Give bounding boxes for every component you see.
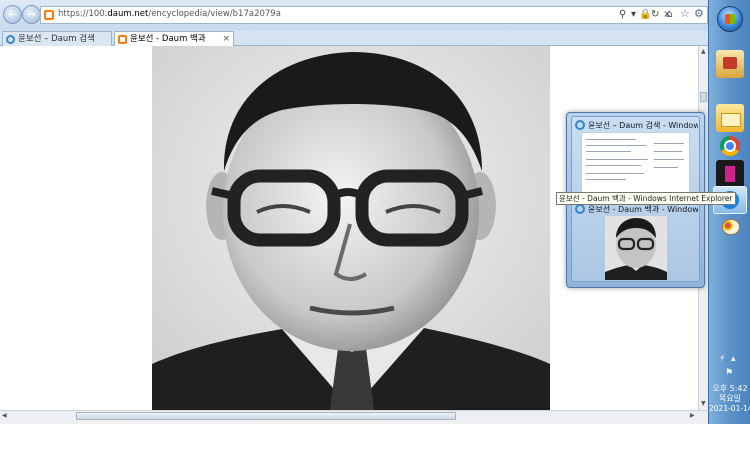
url-prefix: https://100. xyxy=(58,9,108,19)
url-path: /encyclopedia/view/b17a2079a xyxy=(148,9,281,19)
clock-date[interactable]: 2021-01-14 xyxy=(709,404,750,414)
portrait-photo xyxy=(152,46,550,410)
dropdown-icon[interactable]: ▾ xyxy=(631,9,636,21)
horizontal-scroll-thumb[interactable] xyxy=(76,412,456,420)
tab-label: 윤보선 - Daum 백과 xyxy=(130,34,206,44)
clock-time[interactable]: 오후 5:42 xyxy=(709,384,750,394)
tab-daum-encyclopedia[interactable]: 윤보선 - Daum 백과 × xyxy=(114,31,234,46)
taskbar-app-icon-2[interactable] xyxy=(716,160,744,188)
daum-site-icon xyxy=(44,10,54,20)
daum-icon xyxy=(118,35,127,44)
action-center-flag-icon[interactable]: ⚑ xyxy=(725,368,733,378)
url-domain: daum.net xyxy=(107,9,149,19)
home-icon[interactable]: ⌂ xyxy=(666,8,673,20)
scroll-down-icon[interactable]: ▼ xyxy=(701,400,706,407)
scroll-up-icon[interactable]: ▲ xyxy=(701,48,706,55)
tab-label: 윤보선 – Daum 검색 xyxy=(18,34,95,44)
back-button[interactable]: ← xyxy=(3,5,22,24)
vertical-scroll-thumb[interactable] xyxy=(700,92,707,102)
thumbnail-title: 윤보선 – Daum 검색 - Window... xyxy=(588,121,698,130)
tray-arrow-icon[interactable]: ▴ xyxy=(731,354,736,364)
thumbnail-preview xyxy=(581,132,690,194)
paint-icon[interactable] xyxy=(716,214,744,242)
url-text[interactable]: https://100.daum.net/encyclopedia/view/b… xyxy=(58,9,281,19)
close-tab-icon[interactable]: × xyxy=(222,32,230,46)
taskbar: ⚡ ▴ ⚑ 오후 5:42 목요일 2021-01-14 xyxy=(708,0,750,424)
horizontal-scrollbar[interactable]: ◀ ▶ xyxy=(0,410,708,420)
address-bar[interactable]: https://100.daum.net/encyclopedia/view/b… xyxy=(40,6,708,24)
tooltip: 윤보선 - Daum 백과 - Windows Internet Explore… xyxy=(556,192,736,205)
navigation-bar: ← → https://100.daum.net/encyclopedia/vi… xyxy=(0,0,708,30)
tab-daum-search[interactable]: 윤보선 – Daum 검색 xyxy=(2,31,112,46)
thumbnail-daum-encyclopedia[interactable]: 윤보선 - Daum 백과 - Window... xyxy=(571,200,700,282)
forward-button[interactable]: → xyxy=(22,5,41,24)
ie-icon xyxy=(575,204,585,214)
tab-strip: 윤보선 – Daum 검색 윤보선 - Daum 백과 × xyxy=(0,30,708,46)
chrome-icon[interactable] xyxy=(716,132,744,160)
ie-icon xyxy=(6,35,15,44)
network-icon[interactable]: ⚡ xyxy=(719,354,725,364)
lock-icon[interactable]: 🔒 xyxy=(639,9,651,21)
empty-area xyxy=(0,424,750,472)
clock-day[interactable]: 목요일 xyxy=(709,394,750,404)
taskbar-app-icon[interactable] xyxy=(716,50,744,78)
thumbnail-preview xyxy=(605,216,667,280)
tools-gear-icon[interactable]: ⚙ xyxy=(694,8,704,20)
thumbnail-daum-search[interactable]: 윤보선 – Daum 검색 - Window... xyxy=(571,116,700,198)
scroll-left-icon[interactable]: ◀ xyxy=(2,412,7,419)
refresh-icon[interactable]: ↻ xyxy=(651,9,659,21)
thumbnail-title: 윤보선 - Daum 백과 - Window... xyxy=(588,205,698,214)
file-explorer-icon[interactable] xyxy=(716,104,744,132)
start-button[interactable] xyxy=(717,6,743,32)
favorites-star-icon[interactable]: ☆ xyxy=(680,8,690,20)
search-icon[interactable]: ⚲ xyxy=(619,9,626,21)
scroll-right-icon[interactable]: ▶ xyxy=(690,412,695,419)
thumbnail-portrait xyxy=(605,216,667,280)
ie-icon xyxy=(575,120,585,130)
